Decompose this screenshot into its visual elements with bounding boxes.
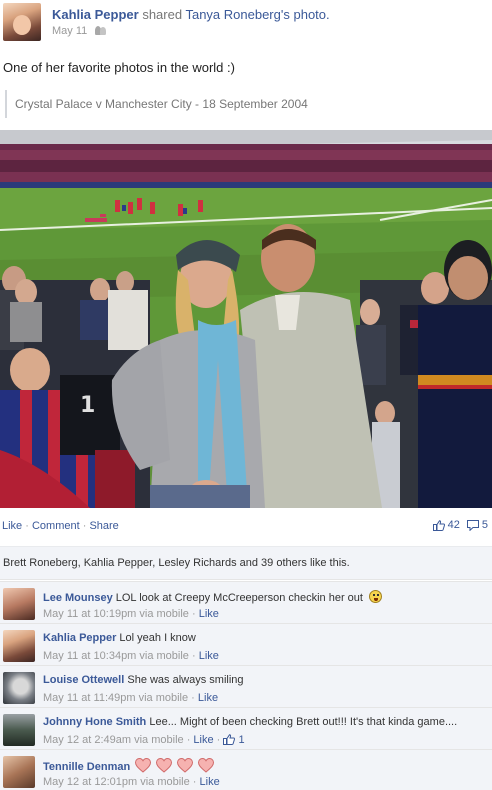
comment-like-link[interactable]: Like xyxy=(200,776,220,788)
comment-link[interactable]: Comment xyxy=(32,520,80,532)
comment-meta: May 12 at 12:01pm via mobile · Like xyxy=(43,776,220,788)
comment-like-link[interactable]: Like xyxy=(193,734,213,746)
svg-text:1: 1 xyxy=(80,393,95,418)
friends-icon[interactable] xyxy=(95,26,107,35)
commenter-name[interactable]: Lee Mounsey xyxy=(43,592,113,604)
meta-separator: · xyxy=(188,650,199,662)
comment-like-link[interactable]: Like xyxy=(199,608,219,620)
list-item: Lee Mounsey LOL look at Creepy McCreeper… xyxy=(0,581,492,623)
comment-text: Lee... Might of been checking Brett out!… xyxy=(149,716,458,728)
comment-time[interactable]: May 11 at 11:49pm via mobile xyxy=(43,692,188,704)
meta-separator: · xyxy=(188,692,198,704)
list-item: Johnny Hone Smith Lee... Might of been c… xyxy=(0,707,492,749)
comment-like-link[interactable]: Like xyxy=(199,650,219,662)
comment-like-count[interactable]: 1 xyxy=(238,734,244,746)
comment-icon[interactable] xyxy=(466,519,479,531)
meta-separator: · xyxy=(189,776,200,788)
like-link[interactable]: Like xyxy=(2,520,22,532)
likes-summary[interactable]: Brett Roneberg, Kahlia Pepper, Lesley Ri… xyxy=(3,557,350,569)
comment-like-link[interactable]: Like xyxy=(198,692,218,704)
share-link[interactable]: Share xyxy=(89,520,118,532)
heart-icon xyxy=(177,758,194,773)
comment-text: She was always smiling xyxy=(127,674,244,686)
photo-image: 1 xyxy=(0,130,492,508)
meta-separator: · xyxy=(188,608,199,620)
comment-time[interactable]: May 11 at 10:19pm via mobile xyxy=(43,608,189,620)
heart-icon xyxy=(198,758,215,773)
commenter-name[interactable]: Kahlia Pepper xyxy=(43,632,116,644)
comment-time[interactable]: May 12 at 2:49am via mobile xyxy=(43,734,184,746)
avatar[interactable] xyxy=(3,714,35,746)
post-meta: May 11 xyxy=(52,25,107,37)
comment-text: LOL look at Creepy McCreeperson checkin … xyxy=(115,592,363,604)
likes-summary-bar: Brett Roneberg, Kahlia Pepper, Lesley Ri… xyxy=(0,546,492,580)
comment-time[interactable]: May 12 at 12:01pm via mobile xyxy=(43,776,190,788)
avatar[interactable] xyxy=(3,588,35,620)
heart-icon xyxy=(135,758,152,773)
photo-caption: Crystal Palace v Manchester City - 18 Se… xyxy=(5,90,308,118)
list-item: Tennille Denman May 12 at 12:01pm via mo… xyxy=(0,749,492,790)
comment-count[interactable]: 5 xyxy=(482,519,488,531)
comment-body: Lee Mounsey LOL look at Creepy McCreeper… xyxy=(43,590,383,604)
comment-body: Louise Ottewell She was always smiling xyxy=(43,674,244,686)
list-item: Louise Ottewell She was always smiling M… xyxy=(0,665,492,707)
post-counts: 42 5 xyxy=(432,519,488,531)
commenter-name[interactable]: Tennille Denman xyxy=(43,761,130,773)
heart-icon xyxy=(156,758,173,773)
shared-photo[interactable]: 1 xyxy=(0,130,492,508)
comment-body: Tennille Denman xyxy=(43,758,215,773)
action-separator: · xyxy=(22,520,32,532)
avatar[interactable] xyxy=(3,630,35,662)
author-name-link[interactable]: Kahlia Pepper xyxy=(52,7,139,22)
post-actions: Like · Comment · Share xyxy=(2,520,119,532)
post-date[interactable]: May 11 xyxy=(52,25,87,37)
thumbs-up-icon[interactable] xyxy=(432,519,445,531)
post-header: Kahlia Pepper shared Tanya Roneberg's ph… xyxy=(0,0,492,44)
grimace-emoji-icon xyxy=(369,590,383,603)
comment-body: Johnny Hone Smith Lee... Might of been c… xyxy=(43,716,457,728)
meta-separator: · xyxy=(213,734,224,746)
comment-text: Lol yeah I know xyxy=(119,632,196,644)
meta-separator: · xyxy=(183,734,194,746)
thumbs-up-icon[interactable] xyxy=(223,734,236,745)
avatar[interactable] xyxy=(3,672,35,704)
comment-body: Kahlia Pepper Lol yeah I know xyxy=(43,632,196,644)
comment-meta: May 11 at 11:49pm via mobile · Like xyxy=(43,692,218,704)
post-headline: Kahlia Pepper shared Tanya Roneberg's ph… xyxy=(52,7,330,22)
comment-meta: May 12 at 2:49am via mobile · Like · 1 xyxy=(43,734,245,746)
commenter-name[interactable]: Johnny Hone Smith xyxy=(43,716,146,728)
photo-link[interactable]: photo. xyxy=(293,7,329,22)
comment-meta: May 11 at 10:19pm via mobile · Like xyxy=(43,608,219,620)
status-text: One of her favorite photos in the world … xyxy=(3,60,235,75)
avatar[interactable] xyxy=(3,756,35,788)
comment-time[interactable]: May 11 at 10:34pm via mobile xyxy=(43,650,189,662)
shared-text: shared xyxy=(142,7,183,22)
author-avatar[interactable] xyxy=(3,3,41,41)
like-count[interactable]: 42 xyxy=(448,519,460,531)
list-item: Kahlia Pepper Lol yeah I know May 11 at … xyxy=(0,623,492,665)
commenter-name[interactable]: Louise Ottewell xyxy=(43,674,124,686)
original-owner-link[interactable]: Tanya Roneberg's xyxy=(185,7,289,22)
comment-meta: May 11 at 10:34pm via mobile · Like xyxy=(43,650,219,662)
action-separator: · xyxy=(79,520,90,532)
